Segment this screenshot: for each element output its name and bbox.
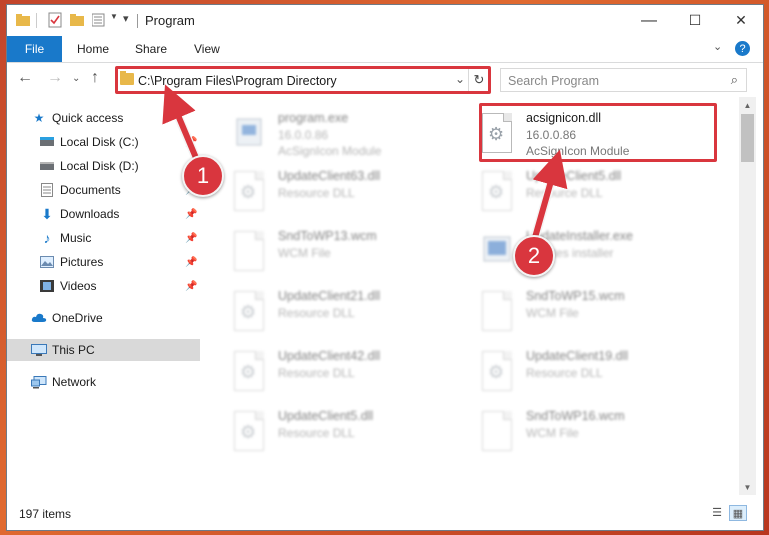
- file-list: program.exe 16.0.0.86 AcSignIcon Module …: [204, 97, 739, 497]
- dll-gear-icon: ⚙: [234, 351, 268, 393]
- file-item[interactable]: ⚙ UpdateClient19.dll Resource DLL: [474, 345, 714, 397]
- vertical-scrollbar[interactable]: ▲ ▼: [739, 97, 756, 495]
- properties-icon[interactable]: [47, 12, 63, 28]
- scroll-down-icon[interactable]: ▼: [739, 479, 756, 495]
- scroll-up-icon[interactable]: ▲: [739, 97, 756, 113]
- pictures-icon: [39, 255, 55, 269]
- tab-home[interactable]: Home: [77, 36, 109, 62]
- explorer-window: ▼ ▾ Program — ☐ ✕ File Home Share View ⌄…: [6, 4, 764, 531]
- pin-icon: 📌: [185, 256, 198, 268]
- sidebar-item-onedrive[interactable]: OneDrive: [7, 307, 200, 329]
- file-item[interactable]: UpdateInstaller.exe updates installer: [474, 225, 714, 277]
- file-item-acsignicon-dll[interactable]: ⚙ acsignicon.dll 16.0.0.86 AcSignIcon Mo…: [474, 107, 714, 159]
- sidebar-item-downloads[interactable]: ⬇ Downloads 📌: [7, 203, 200, 225]
- recent-locations-icon[interactable]: ⌄: [72, 73, 80, 84]
- up-arrow-icon[interactable]: ↑: [91, 69, 99, 87]
- quick-access-dropdown-icon[interactable]: ▾: [123, 12, 129, 25]
- file-icon: [482, 411, 516, 453]
- new-folder-icon[interactable]: [69, 12, 85, 28]
- refresh-icon[interactable]: ↻: [468, 69, 489, 91]
- tab-view[interactable]: View: [194, 36, 220, 62]
- item-count: 197 items: [19, 507, 72, 521]
- file-item[interactable]: SndToWP15.wcm WCM File: [474, 285, 714, 337]
- sidebar-item-videos[interactable]: Videos 📌: [7, 275, 200, 297]
- file-item[interactable]: SndToWP16.wcm WCM File: [474, 405, 714, 457]
- file-item[interactable]: ⚙ UpdateClient5.dll Resource DLL: [474, 165, 714, 217]
- cloud-icon: [31, 311, 47, 325]
- navigation-pane: ★ Quick access Local Disk (C:) 📌 Local D…: [7, 97, 200, 497]
- search-input[interactable]: Search Program: [508, 74, 599, 88]
- dll-gear-icon: ⚙: [234, 291, 268, 333]
- window-title: Program: [145, 13, 195, 28]
- sidebar-item-quick-access[interactable]: ★ Quick access: [7, 107, 200, 129]
- file-icon: [482, 291, 516, 333]
- file-item[interactable]: ⚙ UpdateClient5.dll Resource DLL: [226, 405, 466, 457]
- address-dropdown-icon[interactable]: ⌄: [455, 72, 465, 86]
- dll-gear-icon: ⚙: [234, 411, 268, 453]
- file-version: 16.0.0.86: [526, 128, 577, 142]
- folder-icon: [120, 71, 134, 85]
- dll-gear-icon: ⚙: [482, 113, 516, 155]
- ribbon-tabs: File Home Share View ⌄ ?: [7, 36, 763, 63]
- network-icon: [31, 375, 47, 389]
- star-icon: ★: [33, 111, 45, 125]
- expand-ribbon-icon[interactable]: ⌄: [713, 40, 722, 53]
- dll-gear-icon: ⚙: [234, 171, 268, 213]
- tab-file[interactable]: File: [7, 36, 62, 62]
- file-name: acsignicon.dll: [526, 111, 602, 125]
- step-2-badge: 2: [513, 235, 555, 277]
- music-icon: ♪: [43, 230, 51, 246]
- sidebar-item-local-disk-c[interactable]: Local Disk (C:) 📌: [7, 131, 200, 153]
- file-type: AcSignIcon Module: [526, 144, 630, 158]
- drive-icon: [39, 135, 55, 149]
- sidebar-item-local-disk-d[interactable]: Local Disk (D:): [7, 155, 200, 177]
- file-item[interactable]: SndToWP13.wcm WCM File: [226, 225, 466, 277]
- dll-gear-icon: ⚙: [482, 171, 516, 213]
- close-button[interactable]: ✕: [718, 5, 763, 36]
- sidebar-item-documents[interactable]: Documents 📌: [7, 179, 200, 201]
- title-bar: ▼ ▾ Program — ☐ ✕: [7, 5, 763, 36]
- search-box[interactable]: Search Program ⌕: [500, 68, 747, 92]
- search-icon[interactable]: ⌕: [731, 72, 738, 88]
- drive-icon: [39, 159, 55, 173]
- address-bar[interactable]: C:\Program Files\Program Directory ⌄ ↻: [115, 68, 489, 92]
- chevron-down-icon[interactable]: ▼: [110, 12, 118, 21]
- sidebar-item-music[interactable]: ♪ Music 📌: [7, 227, 200, 249]
- sidebar-item-network[interactable]: Network: [7, 371, 200, 393]
- document-icon: [39, 183, 55, 197]
- pin-icon: 📌: [185, 136, 198, 148]
- installer-icon: [482, 231, 516, 273]
- folder-icon: [15, 12, 31, 28]
- video-icon: [39, 279, 55, 293]
- minimize-button[interactable]: —: [626, 5, 672, 36]
- sidebar-item-this-pc[interactable]: This PC: [7, 339, 200, 361]
- file-item[interactable]: ⚙ UpdateClient21.dll Resource DLL: [226, 285, 466, 337]
- file-item[interactable]: program.exe 16.0.0.86 AcSignIcon Module: [226, 107, 466, 159]
- file-item[interactable]: ⚙ UpdateClient42.dll Resource DLL: [226, 345, 466, 397]
- pin-icon: 📌: [185, 208, 198, 220]
- pin-icon: 📌: [185, 232, 198, 244]
- forward-arrow-icon[interactable]: →: [47, 69, 63, 87]
- sidebar-item-pictures[interactable]: Pictures 📌: [7, 251, 200, 273]
- help-icon[interactable]: ?: [735, 41, 750, 56]
- maximize-button[interactable]: ☐: [672, 5, 718, 36]
- customize-icon[interactable]: [91, 12, 109, 28]
- navigation-bar: ← → ⌄ ↑ C:\Program Files\Program Directo…: [7, 63, 763, 95]
- status-bar: 197 items ☰ ▦: [7, 497, 763, 530]
- back-arrow-icon[interactable]: ←: [17, 69, 33, 87]
- tab-share[interactable]: Share: [135, 36, 167, 62]
- exe-icon: [234, 113, 268, 155]
- pin-icon: 📌: [185, 280, 198, 292]
- computer-icon: [31, 343, 47, 357]
- download-icon: ⬇: [41, 205, 53, 222]
- address-path[interactable]: C:\Program Files\Program Directory: [138, 74, 337, 88]
- file-item[interactable]: ⚙ UpdateClient63.dll Resource DLL: [226, 165, 466, 217]
- details-view-icon[interactable]: ☰: [709, 505, 725, 519]
- file-icon: [234, 231, 268, 273]
- step-1-badge: 1: [182, 155, 224, 197]
- tiles-view-icon[interactable]: ▦: [729, 505, 747, 521]
- dll-gear-icon: ⚙: [482, 351, 516, 393]
- scrollbar-thumb[interactable]: [741, 114, 754, 162]
